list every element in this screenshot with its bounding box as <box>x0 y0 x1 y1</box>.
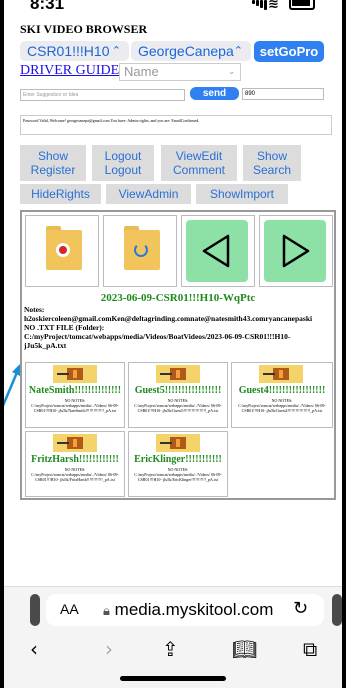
notes-line: h2oskiercoleen@gmail.comKen@deltagrindin… <box>24 314 313 323</box>
user-note-path: C:/myProject/tomcat/webapps/media/../Vid… <box>238 403 326 413</box>
wifi-icon: ≋ <box>268 0 279 12</box>
user-video-cell[interactable]: EricKlinger!!!!!!!!!!! NO NOTES: C:/myPr… <box>128 431 228 497</box>
show-search-button[interactable]: Show Search <box>243 145 301 181</box>
show-register-button[interactable]: Show Register <box>20 145 86 181</box>
user-video-cell[interactable]: NateSmith!!!!!!!!!!!!!! NO NOTES: C:/myP… <box>25 362 125 428</box>
button-label-line2: Search <box>252 163 292 177</box>
user-video-cell[interactable]: FritzHarsh!!!!!!!!!!!! NO NOTES: C:/myPr… <box>25 431 125 497</box>
status-bar: 8:31 ≋ <box>0 0 346 18</box>
media-notes: Notes: h2oskiercoleen@gmail.comKen@delta… <box>24 305 334 350</box>
app-title: SKI VIDEO BROWSER <box>20 22 148 36</box>
user-name: Guest5!!!!!!!!!!!!!!!!! <box>134 385 222 396</box>
driver-select[interactable]: GeorgeCanepa ⌃ <box>131 41 251 61</box>
button-label-line2: Comment <box>172 163 225 177</box>
showimport-button[interactable]: ShowImport <box>196 184 288 204</box>
button-label-line2: Logout <box>104 163 142 177</box>
prev-button-cell[interactable] <box>181 215 255 287</box>
button-label-line1: ViewEdit <box>175 149 223 163</box>
button-label-line2: Register <box>30 163 76 177</box>
suggestion-input[interactable]: Enter Suggestion or Idea <box>20 89 185 101</box>
status-message: Password Valid, Welcome! georgecanepa@gm… <box>20 115 332 135</box>
user-note-path: C:/myProject/tomcat/webapps/media/../Vid… <box>31 403 119 413</box>
user-note: NO NOTES: C:/myProject/tomcat/webapps/me… <box>232 398 332 413</box>
user-video-cell[interactable]: Guest4!!!!!!!!!!!!!!!!! NO NOTES: C:/myP… <box>231 362 333 428</box>
next-tab-edge[interactable] <box>332 594 342 626</box>
notes-line: NO .TXT FILE (Folder): <box>24 323 105 332</box>
bookmarks-icon[interactable]: 📖︎ <box>232 637 257 661</box>
reader-options-button[interactable]: AA <box>60 601 79 617</box>
media-panel: 2023-06-09-CSR01!!!H10-WqPtc Notes: h2os… <box>20 210 336 500</box>
user-note-path: C:/myProject/tomcat/webapps/media/../Vid… <box>134 403 222 413</box>
user-note: NO NOTES: C:/myProject/tomcat/webapps/me… <box>26 398 124 413</box>
url-value: media.myskitool.com <box>114 600 274 619</box>
next-triangle-icon <box>264 220 326 282</box>
user-note: NO NOTES: C:/myProject/tomcat/webapps/me… <box>26 467 124 482</box>
setgopro-button[interactable]: setGoPro <box>254 41 324 62</box>
prev-triangle-icon <box>186 220 248 282</box>
logout-button[interactable]: Logout Logout <box>92 145 154 181</box>
back-icon[interactable]: ‹ <box>30 637 38 661</box>
name-select-placeholder: Name <box>124 64 159 79</box>
notes-line: C:/myProject/tomcat/webapps/media/Videos… <box>24 332 291 341</box>
share-icon[interactable]: ⇪ <box>162 637 179 661</box>
bezel-left <box>0 0 4 688</box>
next-button-cell[interactable] <box>259 215 333 287</box>
prev-tab-edge[interactable] <box>30 594 40 626</box>
button-label-line1: Logout <box>104 149 142 163</box>
phone-screen: 8:31 ≋ SKI VIDEO BROWSER CSR01!!!H10 ⌃ G… <box>0 0 346 688</box>
notes-label: Notes: <box>24 305 45 314</box>
ski-boat-icon <box>156 434 200 452</box>
viewadmin-button[interactable]: ViewAdmin <box>106 184 191 204</box>
status-time: 8:31 <box>30 0 65 13</box>
user-note: NO NOTES: C:/myProject/tomcat/webapps/me… <box>129 467 227 482</box>
user-name: EricKlinger!!!!!!!!!!! <box>134 454 222 465</box>
bezel-right <box>342 0 346 688</box>
button-label-line1: Show <box>37 149 69 163</box>
boat-select-value: CSR01!!!H10 <box>27 43 110 59</box>
lock-icon: 🔒︎ <box>103 603 110 618</box>
send-button[interactable]: send <box>190 87 239 100</box>
folder-refresh-icon <box>124 226 160 270</box>
ski-boat-icon <box>53 365 97 383</box>
battery-icon <box>289 0 315 10</box>
user-video-cell[interactable]: Guest5!!!!!!!!!!!!!!!!! NO NOTES: C:/myP… <box>128 362 228 428</box>
folder-record-icon <box>46 226 82 270</box>
name-select[interactable]: Name ⌄ <box>119 63 241 81</box>
reload-icon[interactable]: ↻ <box>293 598 308 619</box>
button-label-line1: Show <box>256 149 288 163</box>
media-title: 2023-06-09-CSR01!!!H10-WqPtc <box>100 292 256 304</box>
ski-boat-icon <box>259 365 303 383</box>
user-name: Guest4!!!!!!!!!!!!!!!!! <box>238 385 326 396</box>
chevron-updown-icon: ⌃ <box>111 45 121 57</box>
user-name: FritzHarsh!!!!!!!!!!!! <box>31 454 119 465</box>
user-name: NateSmith!!!!!!!!!!!!!! <box>28 385 122 396</box>
forward-icon[interactable]: › <box>105 637 113 661</box>
url-text[interactable]: 🔒︎ media.myskitool.com <box>103 600 273 620</box>
hiderights-button[interactable]: HideRights <box>20 184 101 204</box>
notes-line: jJu5k_pA.txt <box>24 341 67 350</box>
viewedit-comment-button[interactable]: ViewEdit Comment <box>161 145 237 181</box>
user-note: NO NOTES: C:/myProject/tomcat/webapps/me… <box>129 398 227 413</box>
chevron-updown-icon: ⌃ <box>233 45 243 57</box>
user-note-path: C:/myProject/tomcat/webapps/media/../Vid… <box>134 472 222 482</box>
ski-boat-icon <box>53 434 97 452</box>
ski-boat-icon <box>156 365 200 383</box>
folder-refresh-cell[interactable] <box>103 215 177 287</box>
user-note-path: C:/myProject/tomcat/webapps/media/../Vid… <box>31 472 119 482</box>
folder-record-cell[interactable] <box>25 215 99 287</box>
driver-guide-link[interactable]: DRIVER GUIDE <box>20 63 119 79</box>
count-field[interactable]: 890 <box>242 88 324 100</box>
boat-select[interactable]: CSR01!!!H10 ⌃ <box>20 41 129 61</box>
tabs-icon[interactable]: ⧉ <box>303 637 317 661</box>
driver-select-value: GeorgeCanepa <box>138 43 234 59</box>
home-indicator <box>120 676 226 681</box>
chevron-down-icon: ⌄ <box>228 67 235 76</box>
